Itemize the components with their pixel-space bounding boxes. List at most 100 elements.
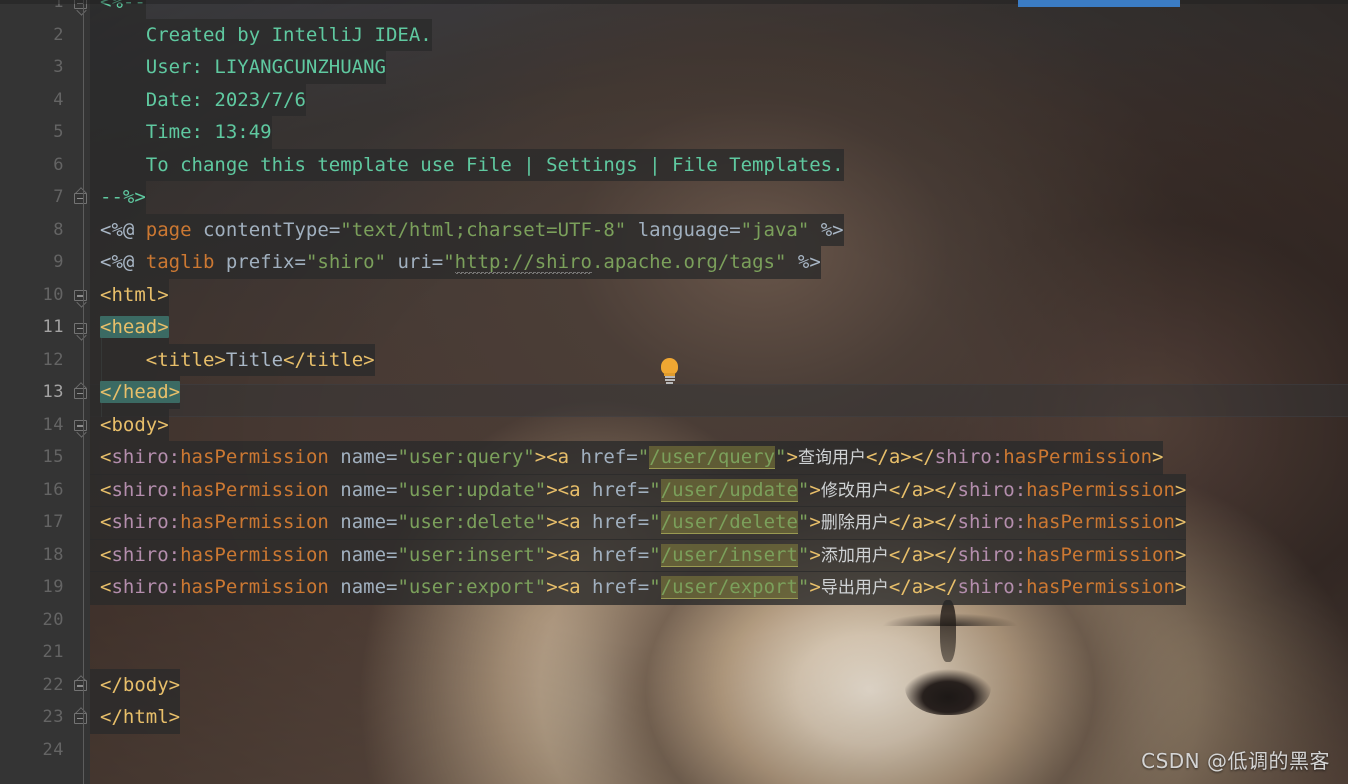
comment-text: User: LIYANGCUNZHUANG xyxy=(100,56,386,78)
gutter-line-6[interactable]: 6 xyxy=(18,149,90,182)
fold-marker-line-13[interactable] xyxy=(73,385,88,400)
line-number-17: 17 xyxy=(42,512,64,532)
line-number-11: 11 xyxy=(42,317,64,337)
href-url-highlight[interactable]: /user/query xyxy=(649,446,776,469)
gutter-line-24[interactable]: 24 xyxy=(18,734,90,767)
code-line-content: <title>Title</title> xyxy=(90,343,375,376)
line-number-19: 19 xyxy=(42,577,64,597)
code-line-22[interactable]: </body> xyxy=(90,668,1348,701)
line-number-16: 16 xyxy=(42,479,64,500)
code-line-17[interactable]: <shiro:hasPermission name="user:delete">… xyxy=(90,506,1348,540)
gutter-line-14[interactable]: 14 xyxy=(18,409,90,442)
code-line-content: Time: 13:49 xyxy=(90,116,272,149)
code-line-content: <shiro:hasPermission name="user:export">… xyxy=(90,571,1187,605)
matched-tag-highlight-head-open: <head> xyxy=(100,316,169,338)
gutter-line-18[interactable]: 18 xyxy=(18,539,90,572)
code-line-19[interactable]: <shiro:hasPermission name="user:export">… xyxy=(90,571,1348,605)
line-number-23: 23 xyxy=(42,707,64,727)
code-line-11[interactable]: <head> xyxy=(90,311,1348,344)
gutter-line-17[interactable]: 17 xyxy=(18,506,90,539)
gutter-line-7[interactable]: 7 xyxy=(18,181,90,214)
code-line-10[interactable]: <html> xyxy=(90,278,1348,311)
code-line-content: </body> xyxy=(90,668,181,701)
gutter-line-15[interactable]: 15 xyxy=(18,441,90,474)
code-line-3[interactable]: User: LIYANGCUNZHUANG xyxy=(90,51,1348,84)
code-line-13[interactable]: </head> xyxy=(90,376,1348,409)
gutter-line-2[interactable]: 2 xyxy=(18,19,90,52)
code-line-content: </html> xyxy=(90,701,181,734)
gutter-line-20[interactable]: 20 xyxy=(18,604,90,637)
code-line-5[interactable]: Time: 13:49 xyxy=(90,116,1348,149)
gutter-line-12[interactable]: 12 xyxy=(18,344,90,377)
code-line-8[interactable]: <%@ page contentType="text/html;charset=… xyxy=(90,213,1348,246)
code-line-7[interactable]: --%> xyxy=(90,181,1348,214)
fold-marker-line-7[interactable] xyxy=(73,190,88,205)
code-line-14[interactable]: <body> xyxy=(90,408,1348,441)
code-line-6[interactable]: To change this template use File | Setti… xyxy=(90,148,1348,181)
code-line-content: <shiro:hasPermission name="user:query"><… xyxy=(90,441,1164,475)
href-url-highlight[interactable]: /user/export xyxy=(660,576,798,599)
code-line-9[interactable]: <%@ taglib prefix="shiro" uri="http://sh… xyxy=(90,246,1348,279)
code-line-content: User: LIYANGCUNZHUANG xyxy=(90,51,386,84)
gutter-line-8[interactable]: 8 xyxy=(18,214,90,247)
code-editor[interactable]: 1 2 3 4 5 6 7 8 9 10 11 12 13 14 15 16 17 18 19 20 21 22 23 24 … xyxy=(0,0,1348,784)
line-number-gutter[interactable]: 1 2 3 4 5 6 7 8 9 10 11 12 13 14 15 16 17 18 19 20 21 22 23 24 xyxy=(18,0,90,784)
gutter-line-22[interactable]: 22 xyxy=(18,669,90,702)
fold-marker-line-10[interactable] xyxy=(73,287,88,302)
code-line-4[interactable]: Date: 2023/7/6 xyxy=(90,83,1348,116)
gutter-line-9[interactable]: 9 xyxy=(18,246,90,279)
code-line-16[interactable]: <shiro:hasPermission name="user:update">… xyxy=(90,473,1348,507)
code-line-23[interactable]: </html> xyxy=(90,701,1348,734)
editor-annotation-gutter[interactable] xyxy=(0,0,18,784)
code-line-content: <shiro:hasPermission name="user:update">… xyxy=(90,473,1187,507)
line-number-18: 18 xyxy=(42,544,64,565)
code-text-area[interactable]: <%-- Created by IntelliJ IDEA. User: LIY… xyxy=(90,0,1348,784)
gutter-line-10[interactable]: 10 xyxy=(18,279,90,312)
fold-marker-line-11[interactable] xyxy=(73,320,88,335)
code-line-12[interactable]: <title>Title</title> xyxy=(90,343,1348,376)
horizontal-scrollbar-thumb[interactable] xyxy=(1018,0,1180,7)
gutter-line-23[interactable]: 23 xyxy=(18,701,90,734)
line-number-3: 3 xyxy=(53,57,64,77)
code-line-content: <%@ taglib prefix="shiro" uri="http://sh… xyxy=(90,246,821,279)
csdn-watermark: CSDN @低调的黑客 xyxy=(1141,749,1330,773)
href-url-highlight[interactable]: /user/update xyxy=(660,478,798,502)
code-line-content: To change this template use File | Setti… xyxy=(90,148,844,181)
gutter-line-19[interactable]: 19 xyxy=(18,571,90,604)
line-number-24: 24 xyxy=(42,739,64,760)
comment-text: Created by IntelliJ IDEA. xyxy=(100,23,432,46)
gutter-line-3[interactable]: 3 xyxy=(18,51,90,84)
fold-marker-line-14[interactable] xyxy=(73,417,88,432)
fold-marker-line-22[interactable] xyxy=(73,677,88,692)
code-line-18[interactable]: <shiro:hasPermission name="user:insert">… xyxy=(90,538,1348,572)
line-number-7: 7 xyxy=(53,187,64,207)
code-line-content: <shiro:hasPermission name="user:delete">… xyxy=(90,506,1187,540)
comment-text: Time: 13:49 xyxy=(100,121,272,143)
gutter-line-4[interactable]: 4 xyxy=(18,84,90,117)
gutter-line-11[interactable]: 11 xyxy=(18,311,90,344)
line-number-6: 6 xyxy=(53,154,64,175)
code-line-content: <html> xyxy=(90,278,169,311)
code-line-content: Created by IntelliJ IDEA. xyxy=(90,18,432,51)
code-line-content: <body> xyxy=(90,408,169,441)
lightbulb-base-ring-3 xyxy=(666,382,673,384)
gutter-line-13[interactable]: 13 xyxy=(18,376,90,409)
line-number-15: 15 xyxy=(42,447,64,467)
gutter-line-5[interactable]: 5 xyxy=(18,116,90,149)
href-url-highlight[interactable]: /user/delete xyxy=(660,511,798,534)
fold-marker-line-23[interactable] xyxy=(73,710,88,725)
code-line-content: <%@ page contentType="text/html;charset=… xyxy=(90,213,844,246)
line-number-14: 14 xyxy=(42,414,64,435)
code-line-content: --%> xyxy=(90,181,146,214)
gutter-line-21[interactable]: 21 xyxy=(18,636,90,669)
lightbulb-base-ring-1 xyxy=(664,376,675,378)
comment-text: --%> xyxy=(100,186,146,208)
href-url-highlight[interactable]: /user/insert xyxy=(660,543,798,567)
line-number-20: 20 xyxy=(42,609,64,630)
code-line-2[interactable]: Created by IntelliJ IDEA. xyxy=(90,18,1348,51)
gutter-line-16[interactable]: 16 xyxy=(18,474,90,507)
lightbulb-icon[interactable] xyxy=(660,358,679,384)
code-line-15[interactable]: <shiro:hasPermission name="user:query"><… xyxy=(90,441,1348,475)
code-line-content: <head> xyxy=(90,311,169,344)
lightbulb-base-ring-2 xyxy=(664,379,675,381)
